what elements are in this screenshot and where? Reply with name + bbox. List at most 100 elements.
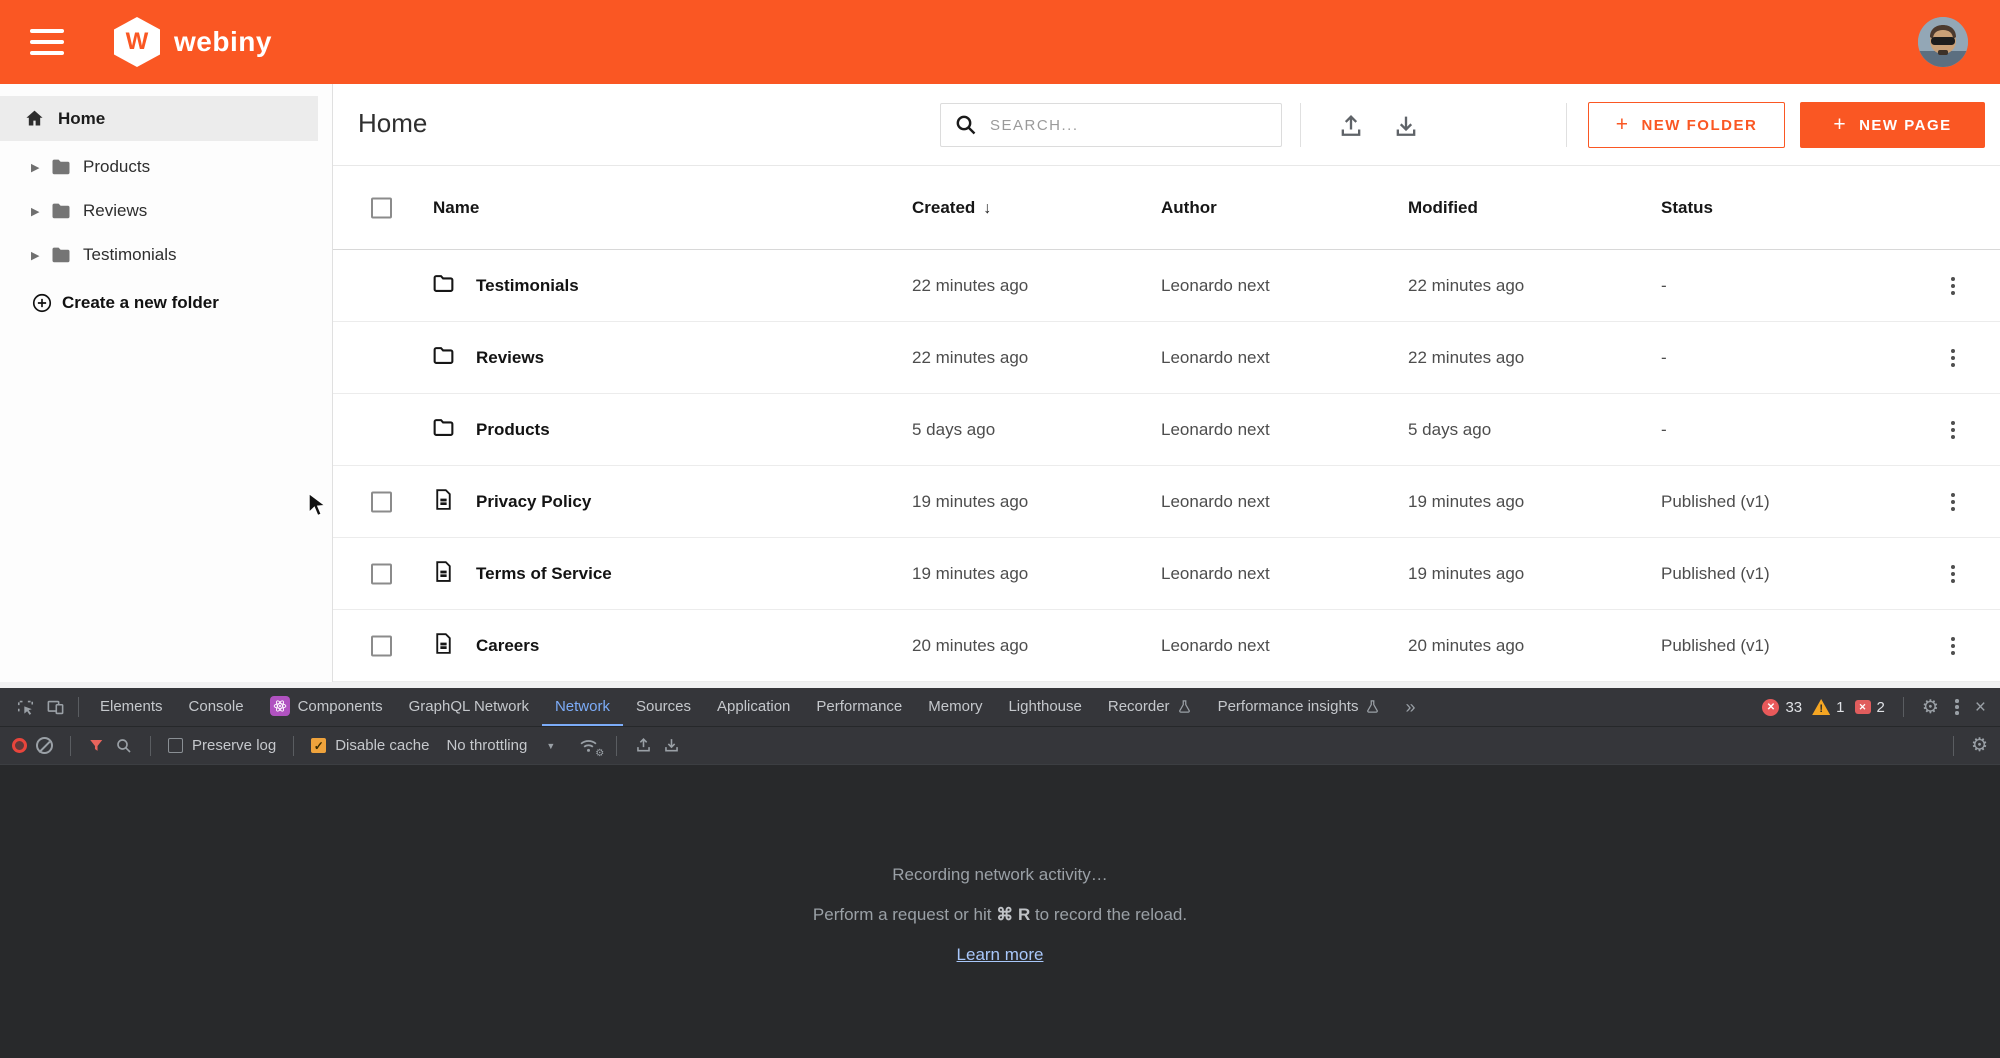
divider (1300, 103, 1301, 147)
row-menu-button[interactable] (1941, 634, 1965, 658)
create-new-folder-button[interactable]: Create a new folder (0, 284, 318, 322)
folder-icon (431, 271, 456, 301)
tab-elements[interactable]: Elements (87, 688, 176, 726)
row-name[interactable]: Terms of Service (476, 564, 612, 584)
tab-lighthouse[interactable]: Lighthouse (995, 688, 1094, 726)
column-header-author[interactable]: Author (1161, 198, 1217, 218)
record-network-button[interactable] (12, 738, 27, 753)
row-name[interactable]: Reviews (476, 348, 544, 368)
warning-count: 1 (1836, 699, 1844, 716)
row-menu-button[interactable] (1941, 418, 1965, 442)
select-all-checkbox[interactable] (371, 197, 392, 218)
circle-plus-icon (31, 292, 53, 314)
sidebar-item-label: Testimonials (83, 245, 177, 265)
disable-cache-checkbox[interactable] (311, 738, 326, 753)
filter-icon[interactable] (88, 737, 106, 755)
chevron-right-icon[interactable] (31, 161, 49, 174)
clear-network-button[interactable] (36, 737, 53, 754)
search-box[interactable] (940, 103, 1282, 147)
shortcut-key: ⌘ R (996, 905, 1030, 924)
tab-performance-insights[interactable]: Performance insights (1205, 688, 1394, 726)
export-icon[interactable] (1392, 112, 1420, 140)
import-har-icon[interactable] (634, 736, 653, 755)
row-name[interactable]: Privacy Policy (476, 492, 591, 512)
search-input[interactable] (990, 117, 1250, 134)
devtools-tab-bar: Elements Console Components GraphQL Netw… (0, 688, 2000, 727)
row-modified: 19 minutes ago (1408, 564, 1524, 584)
row-status: - (1661, 276, 1667, 296)
device-toolbar-icon[interactable] (40, 688, 70, 726)
row-author: Leonardo next (1161, 276, 1270, 296)
divider (150, 736, 151, 756)
row-name[interactable]: Products (476, 420, 550, 440)
tab-performance[interactable]: Performance (803, 688, 915, 726)
folder-icon (49, 199, 73, 223)
hamburger-menu-icon[interactable] (30, 29, 64, 55)
new-page-button[interactable]: + NEW PAGE (1800, 102, 1985, 148)
row-menu-button[interactable] (1941, 346, 1965, 370)
table-row[interactable]: Products 5 days ago Leonardo next 5 days… (333, 394, 2000, 466)
preserve-log-label[interactable]: Preserve log (192, 737, 276, 754)
home-icon (24, 108, 45, 129)
column-header-created[interactable]: Created (912, 198, 991, 218)
new-folder-label: NEW FOLDER (1641, 117, 1757, 134)
tab-memory[interactable]: Memory (915, 688, 995, 726)
row-menu-button[interactable] (1941, 490, 1965, 514)
row-name[interactable]: Careers (476, 636, 539, 656)
row-checkbox[interactable] (371, 491, 392, 512)
devtools-menu-icon[interactable] (1949, 697, 1965, 717)
sidebar-item-testimonials[interactable]: Testimonials (0, 233, 318, 277)
avatar[interactable] (1918, 17, 1968, 67)
table-row[interactable]: Terms of Service 19 minutes ago Leonardo… (333, 538, 2000, 610)
table-row[interactable]: Careers 20 minutes ago Leonardo next 20 … (333, 610, 2000, 682)
row-checkbox[interactable] (371, 563, 392, 584)
devtools-settings-icon[interactable]: ⚙ (1922, 698, 1939, 717)
disable-cache-label[interactable]: Disable cache (335, 737, 429, 754)
preserve-log-checkbox[interactable] (168, 738, 183, 753)
tab-network[interactable]: Network (542, 688, 623, 726)
tab-components[interactable]: Components (257, 688, 396, 726)
throttling-select[interactable]: No throttling (446, 737, 527, 754)
issues-count-badge[interactable]: 2 (1855, 699, 1885, 716)
learn-more-link[interactable]: Learn more (957, 945, 1044, 965)
row-created: 22 minutes ago (912, 348, 1028, 368)
more-tabs-button[interactable]: » (1405, 697, 1415, 718)
warning-count-badge[interactable]: 1 (1812, 699, 1844, 716)
network-search-icon[interactable] (115, 737, 133, 755)
tab-label: Sources (636, 698, 691, 715)
tab-application[interactable]: Application (704, 688, 803, 726)
folders-sidebar: Home Products Reviews Testimonials Creat… (0, 84, 333, 682)
column-header-status[interactable]: Status (1661, 198, 1713, 218)
chevron-down-icon[interactable] (546, 741, 555, 751)
table-row[interactable]: Testimonials 22 minutes ago Leonardo nex… (333, 250, 2000, 322)
sidebar-item-products[interactable]: Products (0, 145, 318, 189)
network-settings-icon[interactable]: ⚙ (1971, 736, 1988, 755)
tab-sources[interactable]: Sources (623, 688, 704, 726)
row-checkbox[interactable] (371, 635, 392, 656)
devtools-close-icon[interactable]: × (1975, 698, 1986, 717)
new-folder-button[interactable]: + NEW FOLDER (1588, 102, 1785, 148)
row-name[interactable]: Testimonials (476, 276, 579, 296)
search-icon (954, 113, 978, 137)
tab-recorder[interactable]: Recorder (1095, 688, 1205, 726)
row-menu-button[interactable] (1941, 274, 1965, 298)
inspect-element-icon[interactable] (10, 688, 40, 726)
import-icon[interactable] (1337, 112, 1365, 140)
error-count-badge[interactable]: 33 (1762, 699, 1802, 716)
row-author: Leonardo next (1161, 636, 1270, 656)
column-header-modified[interactable]: Modified (1408, 198, 1478, 218)
row-menu-button[interactable] (1941, 562, 1965, 586)
chevron-right-icon[interactable] (31, 249, 49, 262)
column-header-name[interactable]: Name (433, 198, 479, 218)
tab-console[interactable]: Console (176, 688, 257, 726)
divider (78, 697, 79, 717)
sidebar-item-reviews[interactable]: Reviews (0, 189, 318, 233)
sidebar-item-home[interactable]: Home (0, 96, 318, 141)
webiny-logo-icon: W (114, 17, 160, 67)
table-row[interactable]: Reviews 22 minutes ago Leonardo next 22 … (333, 322, 2000, 394)
table-row[interactable]: Privacy Policy 19 minutes ago Leonardo n… (333, 466, 2000, 538)
tab-graphql-network[interactable]: GraphQL Network (396, 688, 542, 726)
export-har-icon[interactable] (662, 736, 681, 755)
network-conditions-icon[interactable]: ⚙ (578, 735, 599, 756)
chevron-right-icon[interactable] (31, 205, 49, 218)
